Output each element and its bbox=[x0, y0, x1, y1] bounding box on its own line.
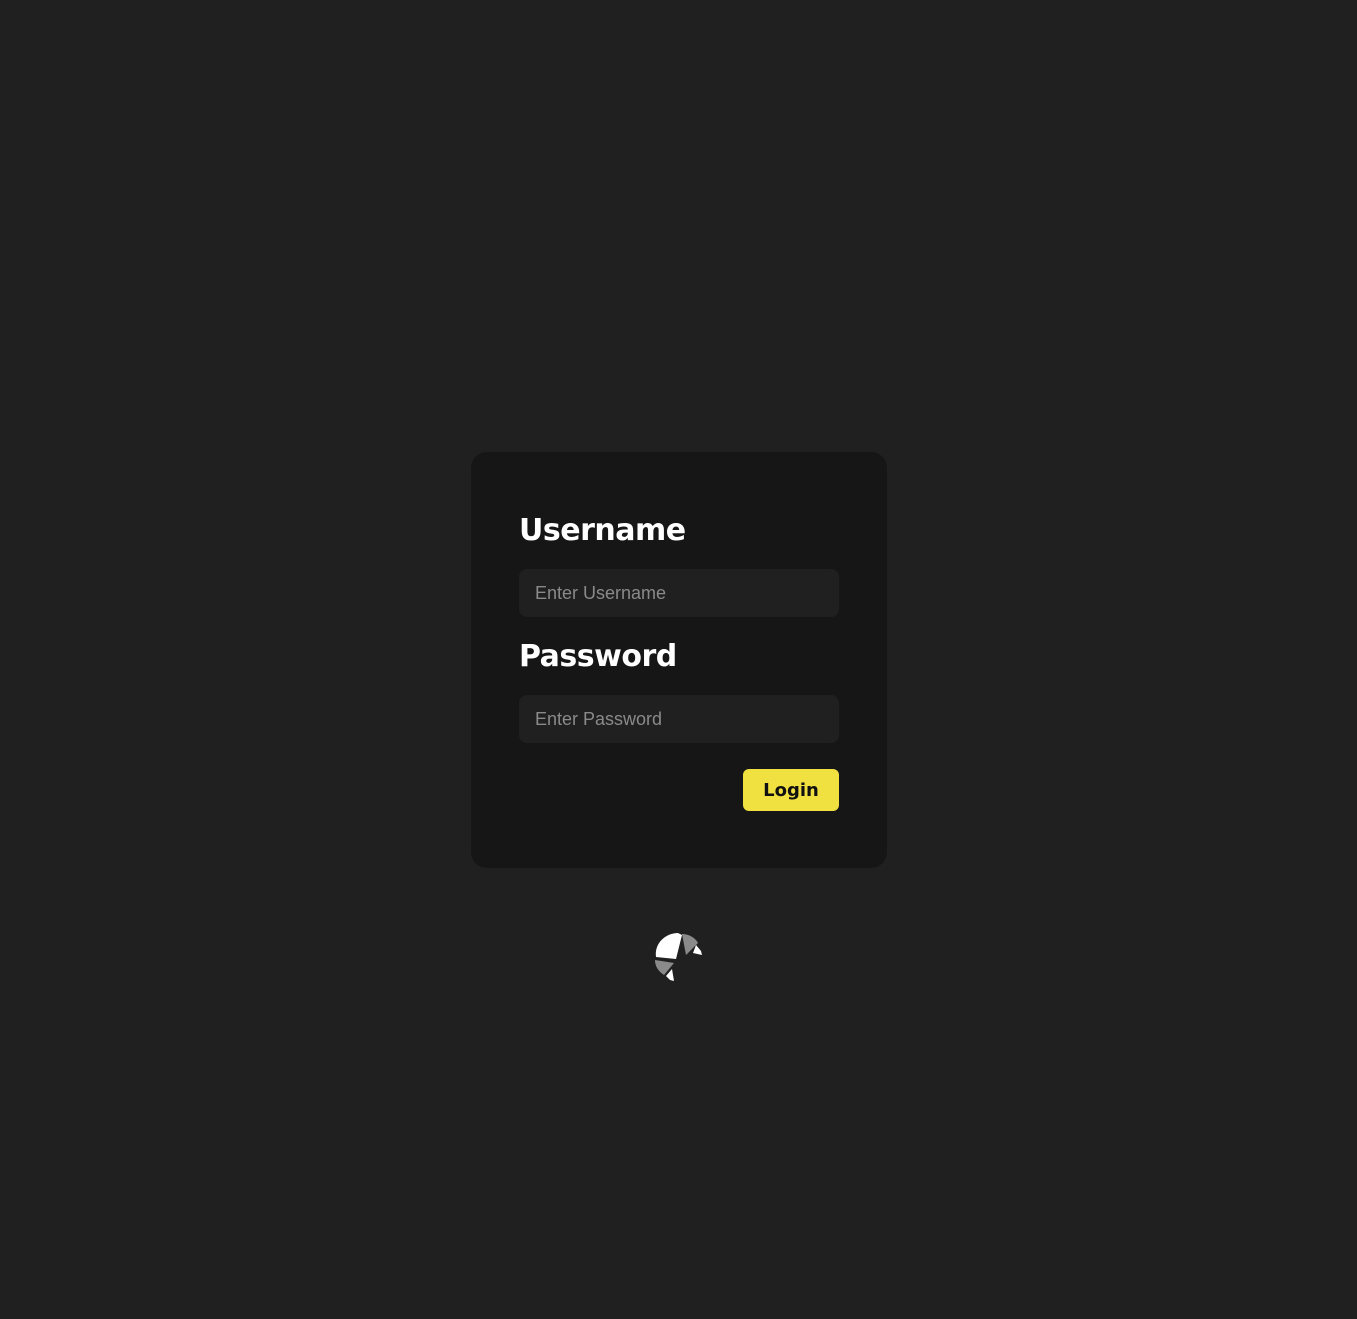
login-button[interactable]: Login bbox=[743, 769, 839, 811]
password-input[interactable] bbox=[519, 695, 839, 743]
password-label: Password bbox=[519, 639, 677, 674]
username-label: Username bbox=[519, 513, 686, 548]
username-input[interactable] bbox=[519, 569, 839, 617]
croissant-icon bbox=[652, 931, 704, 983]
login-card: Username Password Login bbox=[471, 452, 887, 868]
